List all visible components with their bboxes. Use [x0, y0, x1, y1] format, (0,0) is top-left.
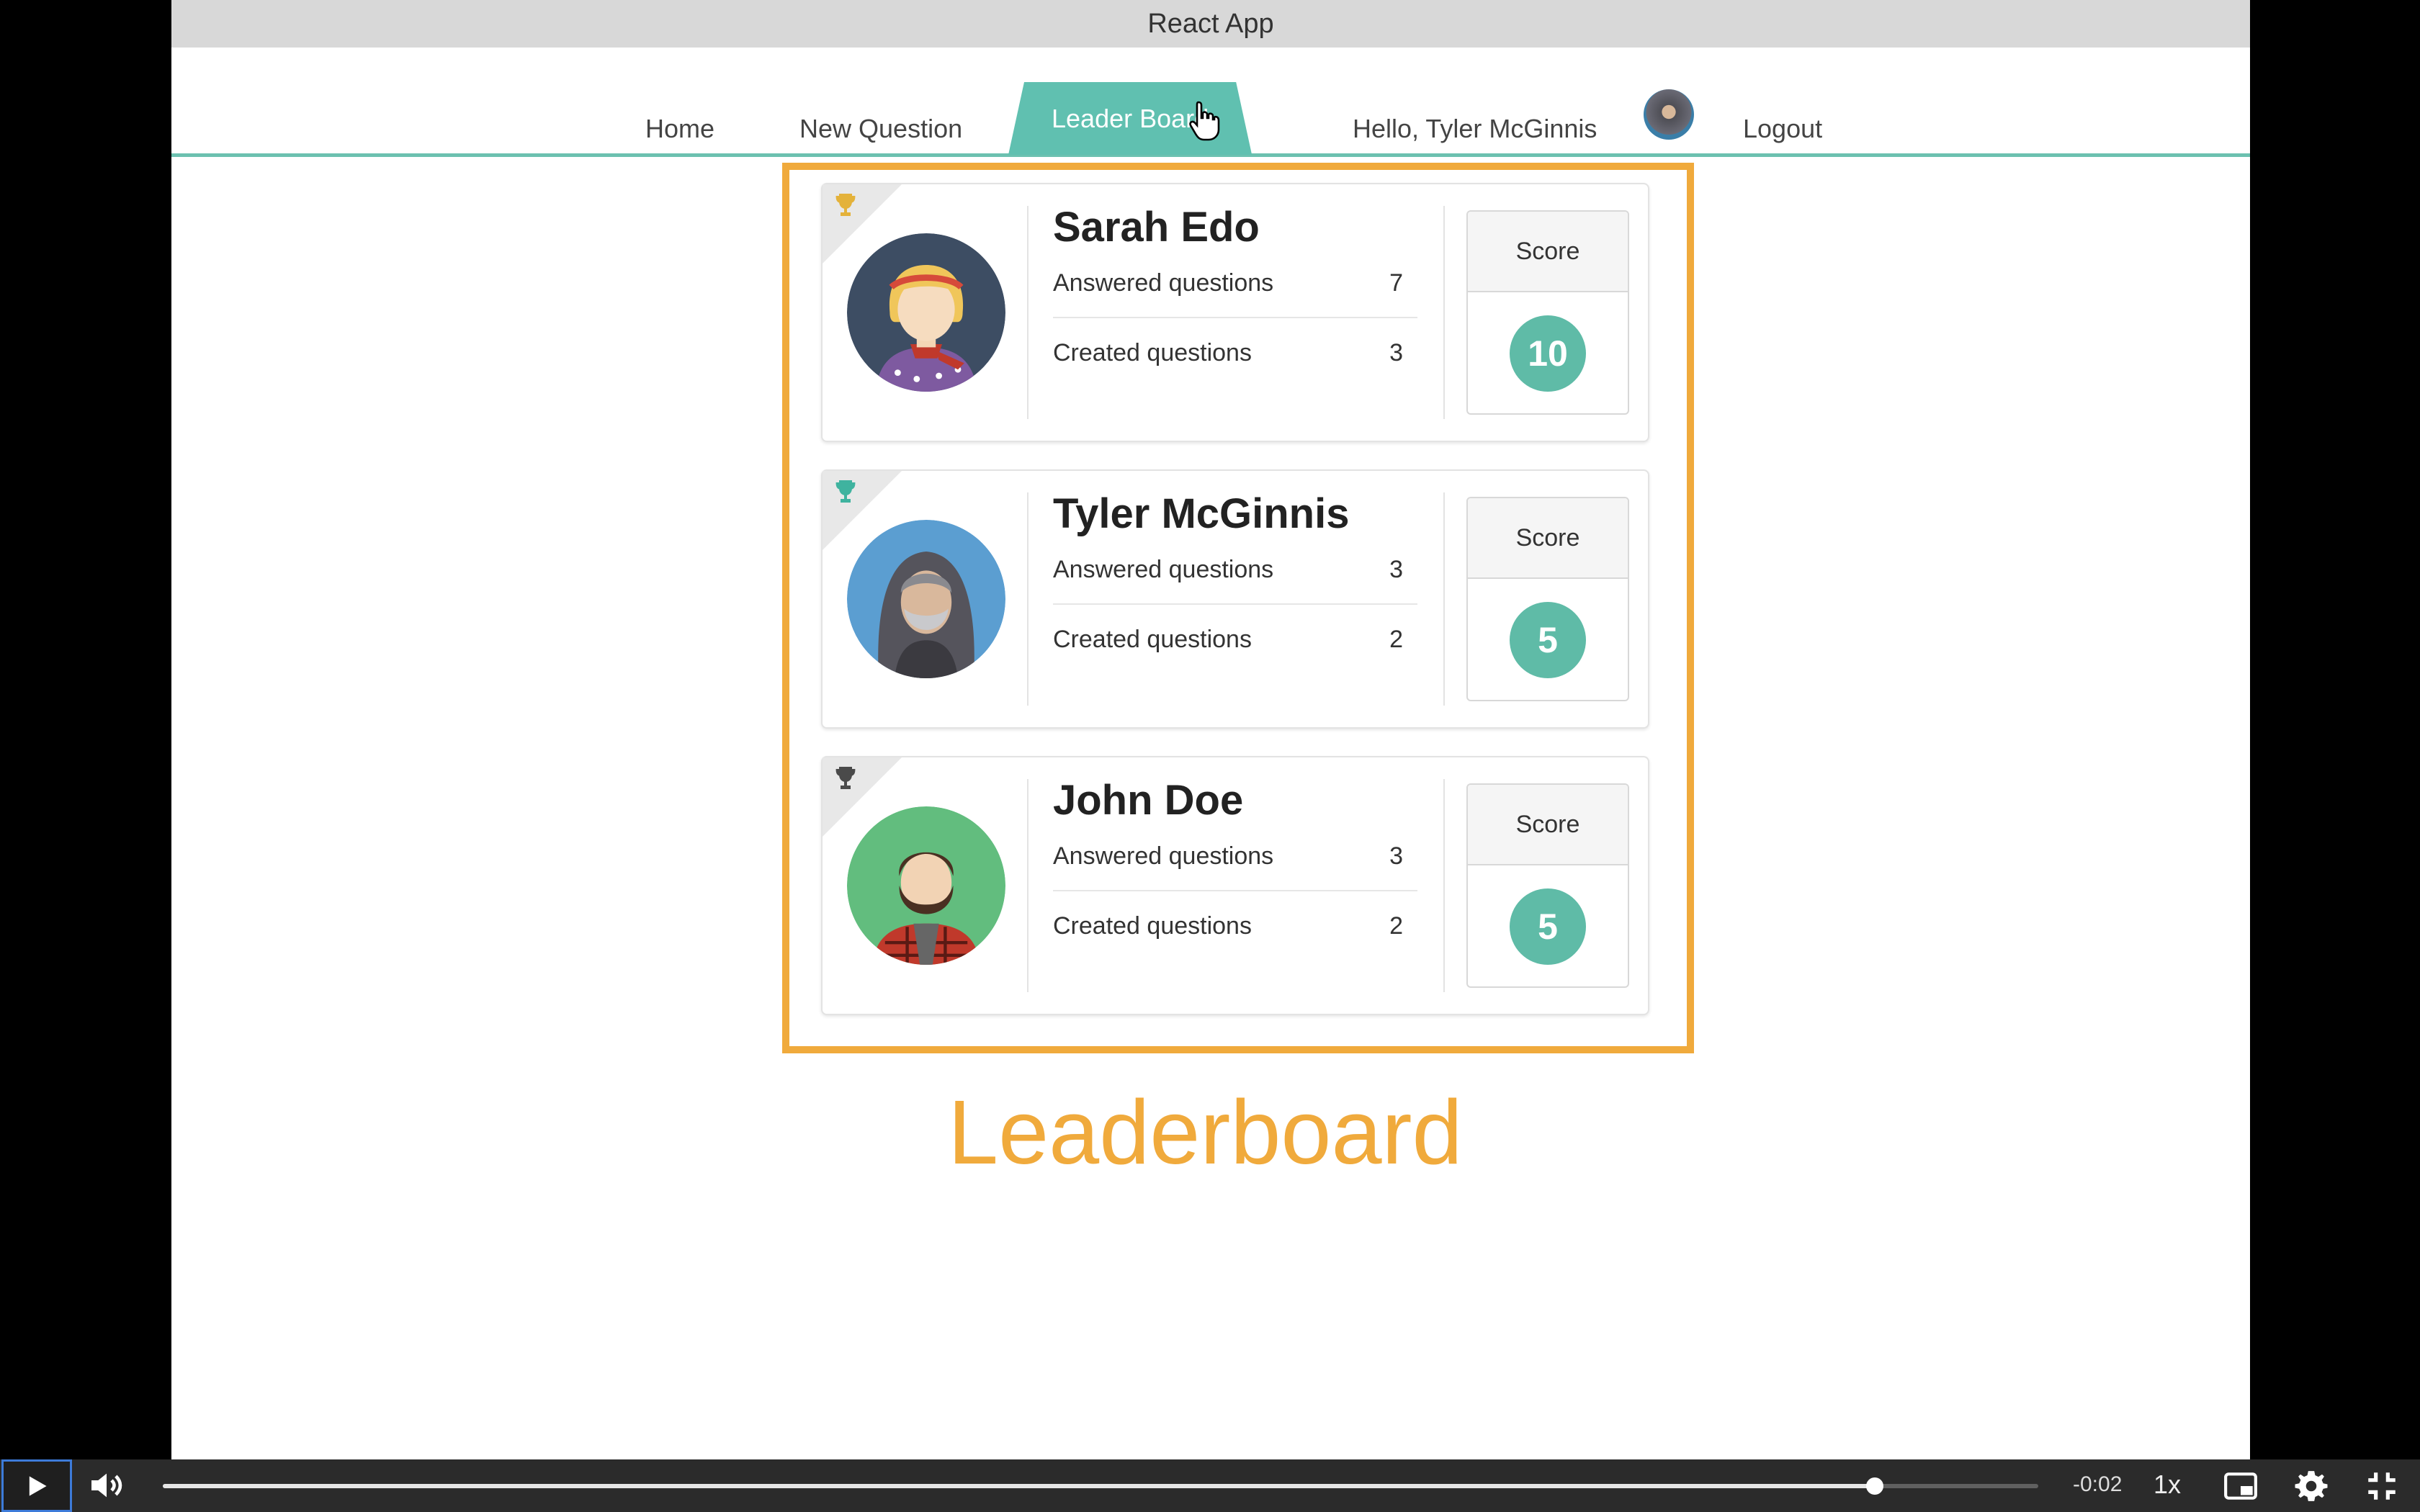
video-frame: React App Home New Question Leader Board…	[171, 0, 2250, 1459]
annotation-caption: Leaderboard	[948, 1081, 1463, 1183]
play-icon	[29, 1475, 47, 1496]
hand-cursor-icon	[1189, 101, 1220, 141]
nav-home[interactable]: Home	[645, 102, 714, 156]
exit-fullscreen-icon[interactable]	[2364, 1468, 2400, 1504]
progress-thumb[interactable]	[1866, 1477, 1884, 1495]
settings-gear-icon[interactable]	[2293, 1468, 2329, 1504]
progress-slider[interactable]	[163, 1477, 2038, 1495]
playback-speed-button[interactable]: 1x	[2154, 1470, 2181, 1500]
user-avatar	[1644, 89, 1694, 140]
app-nav: Home New Question Leader Board Hello, Ty…	[171, 48, 2250, 157]
logout-link[interactable]: Logout	[1743, 102, 1822, 156]
highlight-box	[782, 163, 1694, 1053]
window-title: React App	[171, 0, 2250, 48]
player-controls: -0:02 1x	[0, 1459, 2420, 1512]
play-button[interactable]	[1, 1459, 72, 1512]
volume-icon[interactable]	[86, 1465, 127, 1506]
user-greeting: Hello, Tyler McGinnis	[1353, 114, 1597, 143]
progress-fill	[163, 1484, 1876, 1488]
picture-in-picture-icon[interactable]	[2223, 1468, 2259, 1504]
time-remaining: -0:02	[2073, 1472, 2123, 1496]
nav-new-question[interactable]: New Question	[799, 102, 962, 156]
